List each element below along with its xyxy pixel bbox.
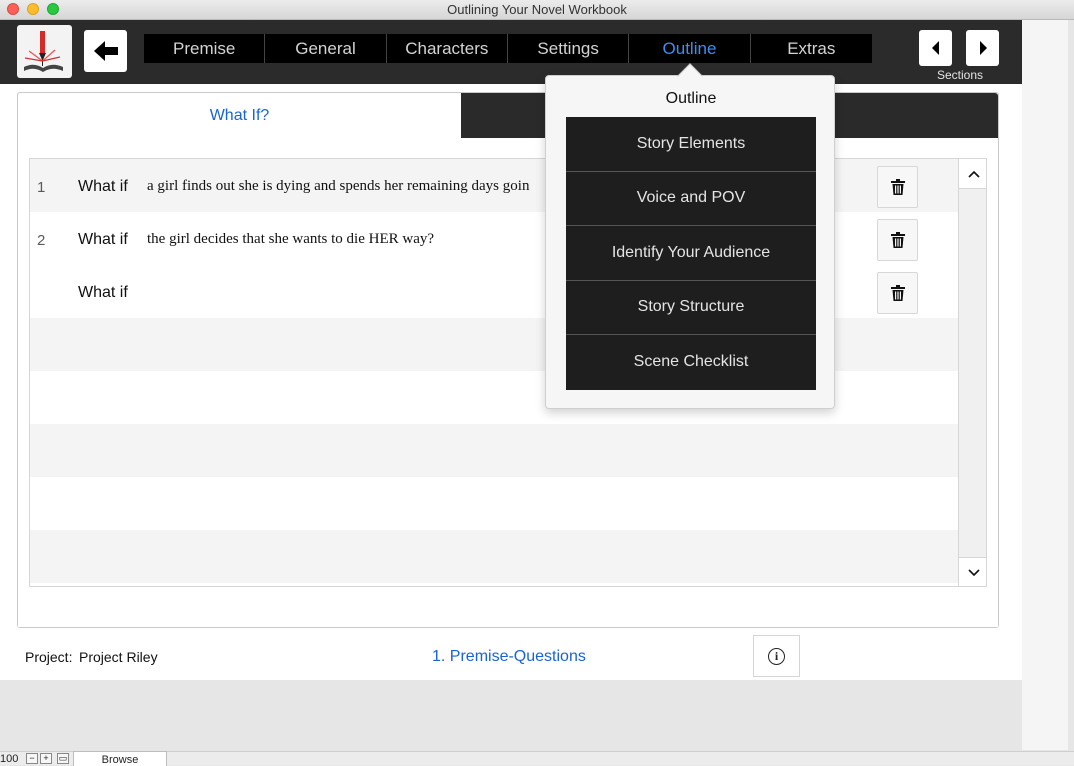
- row-label: What if: [78, 178, 128, 195]
- window-title: Outlining Your Novel Workbook: [447, 2, 627, 17]
- info-button[interactable]: i: [753, 635, 800, 677]
- sections-label: Sections: [936, 68, 984, 82]
- nav-outline[interactable]: Outline: [629, 34, 751, 63]
- menu-item-story-structure[interactable]: Story Structure: [566, 281, 816, 335]
- what-if-field[interactable]: the girl decides that she wants to die H…: [147, 231, 567, 248]
- mode-selector[interactable]: Browse: [73, 751, 167, 766]
- back-button[interactable]: [84, 30, 127, 72]
- empty-row: [30, 530, 958, 583]
- delete-row-button[interactable]: [877, 219, 918, 261]
- breadcrumb[interactable]: 1. Premise-Questions: [432, 648, 586, 666]
- row-number: 2: [37, 232, 46, 249]
- menu-item-identify-audience[interactable]: Identify Your Audience: [566, 226, 816, 281]
- window-titlebar: Outlining Your Novel Workbook: [0, 0, 1074, 20]
- project-name: Project Riley: [79, 649, 158, 665]
- trash-icon: [890, 285, 905, 301]
- triangle-right-icon: [979, 41, 987, 55]
- menu-item-story-elements[interactable]: Story Elements: [566, 117, 816, 172]
- menu-item-scene-checklist[interactable]: Scene Checklist: [566, 335, 816, 390]
- app-content: Premise General Characters Settings Outl…: [0, 20, 1022, 680]
- trash-icon: [890, 179, 905, 195]
- content-panel: What If? 1 What if a girl finds out she …: [17, 92, 999, 628]
- outline-popover: Outline Story Elements Voice and POV Ide…: [545, 63, 835, 409]
- trash-icon: [890, 232, 905, 248]
- row-label: What if: [78, 231, 128, 248]
- project-label: Project:: [25, 649, 73, 665]
- panel-tabs: What If?: [18, 93, 998, 139]
- pen-book-logo-icon: [24, 31, 63, 72]
- main-nav: Premise General Characters Settings Outl…: [144, 34, 872, 63]
- row-number: 1: [37, 179, 46, 196]
- popover-title: Outline: [665, 90, 717, 107]
- panel-body: 1 What if a girl finds out she is dying …: [18, 138, 998, 627]
- popover-menu: Story Elements Voice and POV Identify Yo…: [566, 117, 816, 390]
- scroll-up-button[interactable]: [959, 159, 986, 189]
- nav-settings[interactable]: Settings: [508, 34, 630, 63]
- nav-characters[interactable]: Characters: [387, 34, 508, 63]
- tab-what-if[interactable]: What If?: [18, 93, 461, 139]
- nav-premise[interactable]: Premise: [144, 34, 266, 63]
- triangle-left-icon: [931, 41, 939, 55]
- empty-row: [30, 477, 958, 530]
- delete-row-button[interactable]: [877, 272, 918, 314]
- arrow-left-icon: [93, 41, 118, 61]
- nav-extras[interactable]: Extras: [751, 34, 872, 63]
- chevron-down-icon: [967, 568, 980, 576]
- nav-general[interactable]: General: [265, 34, 387, 63]
- what-if-list: 1 What if a girl finds out she is dying …: [29, 158, 987, 587]
- app-logo[interactable]: [17, 25, 72, 78]
- list-scrollbar[interactable]: [958, 159, 986, 586]
- menu-item-voice-pov[interactable]: Voice and POV: [566, 172, 816, 226]
- toolbar-toggle-icon[interactable]: ▭: [57, 753, 69, 764]
- chevron-up-icon: [967, 170, 980, 178]
- zoom-level[interactable]: 100: [0, 753, 18, 765]
- header-bar: Premise General Characters Settings Outl…: [0, 20, 1022, 84]
- empty-row: [30, 424, 958, 477]
- window-right-margin: [1022, 20, 1068, 750]
- what-if-field[interactable]: a girl finds out she is dying and spends…: [147, 178, 567, 195]
- section-next-button[interactable]: [966, 30, 999, 66]
- zoom-out-icon[interactable]: −: [26, 753, 38, 764]
- delete-row-button[interactable]: [877, 166, 918, 208]
- zoom-in-icon[interactable]: +: [40, 753, 52, 764]
- section-prev-button[interactable]: [919, 30, 952, 66]
- row-label: What if: [78, 284, 128, 301]
- info-icon: i: [768, 647, 785, 665]
- scroll-down-button[interactable]: [959, 557, 986, 586]
- status-bar: 100 − + ▭ Browse: [0, 751, 1074, 766]
- footer-bar: Project: Project Riley 1. Premise-Questi…: [0, 635, 1022, 679]
